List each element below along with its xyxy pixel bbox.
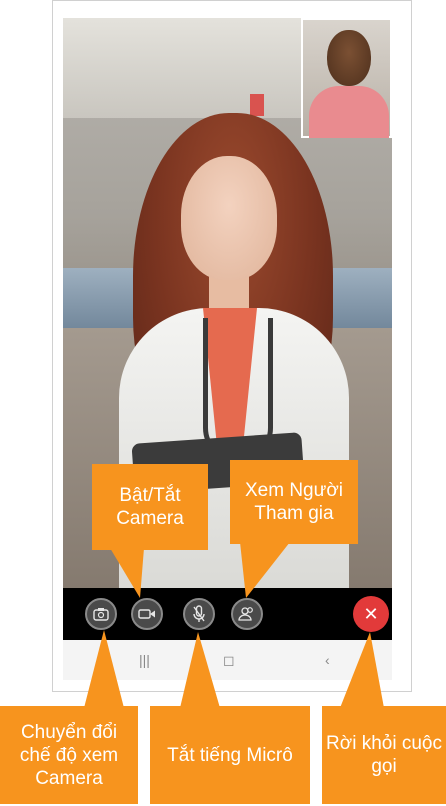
callout-toggle-camera: Bật/Tắt Camera (92, 464, 208, 550)
switch-camera-button[interactable] (85, 598, 117, 630)
exit-sign (250, 94, 264, 116)
camera-switch-icon (93, 608, 109, 621)
view-participants-button[interactable] (231, 598, 263, 630)
callout-view-participants: Xem Người Tham gia (230, 460, 358, 544)
microphone-icon (193, 605, 205, 622)
participants-icon (238, 607, 253, 621)
callout-view-participants-pointer (240, 542, 290, 598)
self-view-head (327, 30, 371, 86)
video-camera-icon (138, 609, 155, 619)
callout-view-participants-label: Xem Người Tham gia (244, 480, 344, 524)
callout-switch-camera-view-pointer (84, 630, 124, 708)
toggle-camera-button[interactable] (131, 598, 163, 630)
self-view-thumbnail[interactable] (301, 18, 392, 138)
callout-switch-camera-view-label: Chuyển đổi chế độ xem Camera (19, 721, 119, 789)
callout-switch-camera-view: Chuyển đổi chế độ xem Camera (0, 706, 138, 804)
callout-leave-call: Rời khỏi cuộc gọi (322, 706, 446, 804)
callout-toggle-camera-label: Bật/Tắt Camera (116, 485, 184, 529)
mute-microphone-button[interactable] (183, 598, 215, 630)
remote-participant-face (181, 156, 277, 280)
callout-mute-mic-pointer (180, 632, 220, 708)
callout-mute-mic: Tắt tiếng Micrô (150, 706, 310, 804)
close-icon: ✕ (363, 604, 379, 624)
leave-call-button[interactable]: ✕ (353, 596, 389, 632)
callout-leave-call-pointer (340, 632, 384, 708)
callout-mute-mic-label: Tắt tiếng Micrô (167, 744, 293, 766)
callout-toggle-camera-pointer (110, 548, 144, 598)
recents-button[interactable]: ||| (139, 640, 150, 680)
self-view-body (309, 86, 389, 138)
back-button[interactable]: ‹ (325, 640, 330, 680)
callout-leave-call-label: Rời khỏi cuộc gọi (326, 733, 442, 777)
